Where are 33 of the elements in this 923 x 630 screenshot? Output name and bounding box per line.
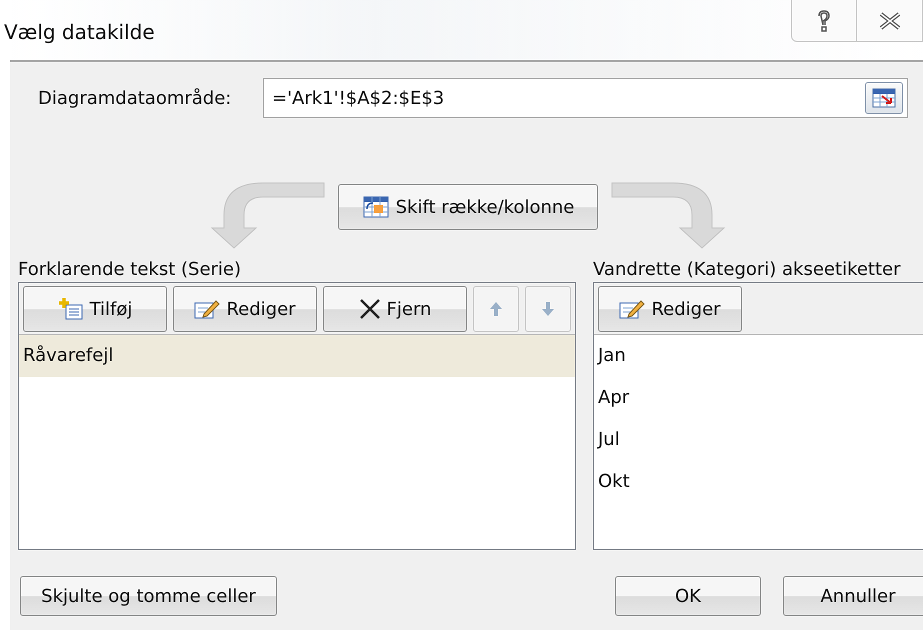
hidden-empty-cells-button[interactable]: Skjulte og tomme celler xyxy=(20,576,277,616)
table-swap-icon xyxy=(362,195,390,219)
remove-series-button[interactable]: Fjern xyxy=(323,286,467,332)
add-series-button[interactable]: Tilføj xyxy=(23,286,167,332)
category-list-item[interactable]: Okt xyxy=(594,461,923,503)
range-select-icon xyxy=(872,88,896,108)
add-item-icon xyxy=(58,297,84,321)
category-list-item[interactable]: Jan xyxy=(594,335,923,377)
window-title: Vælg datakilde xyxy=(4,20,155,44)
category-list-item[interactable]: Apr xyxy=(594,377,923,419)
help-button[interactable] xyxy=(791,0,857,42)
edit-icon xyxy=(619,298,646,320)
edit-category-button[interactable]: Rediger xyxy=(598,286,742,332)
help-icon xyxy=(816,10,832,32)
edit-series-button[interactable]: Rediger xyxy=(173,286,317,332)
category-axis-label: Vandrette (Kategori) akseetiketter xyxy=(593,258,902,282)
curved-arrow-icon xyxy=(208,180,326,250)
category-list-item[interactable]: Jul xyxy=(594,419,923,461)
switch-row-column-button[interactable]: Skift række/kolonne xyxy=(338,184,598,230)
ok-button[interactable]: OK xyxy=(615,576,761,616)
cancel-button[interactable]: Annuller xyxy=(783,576,923,616)
range-field[interactable]: ='Ark1'!$A$2:$E$3 xyxy=(263,78,908,118)
edit-icon xyxy=(194,298,220,320)
close-icon xyxy=(878,12,900,30)
close-button[interactable] xyxy=(857,0,923,42)
range-label: Diagramdataområde: xyxy=(38,88,232,108)
range-select-button[interactable] xyxy=(865,82,903,114)
curved-arrow-icon xyxy=(610,180,728,250)
remove-icon xyxy=(358,298,381,320)
series-list-item[interactable]: Råvarefejl xyxy=(19,335,575,377)
series-label: Forklarende tekst (Serie) xyxy=(18,258,242,282)
up-arrow-icon xyxy=(489,301,503,317)
down-arrow-icon xyxy=(541,301,555,317)
